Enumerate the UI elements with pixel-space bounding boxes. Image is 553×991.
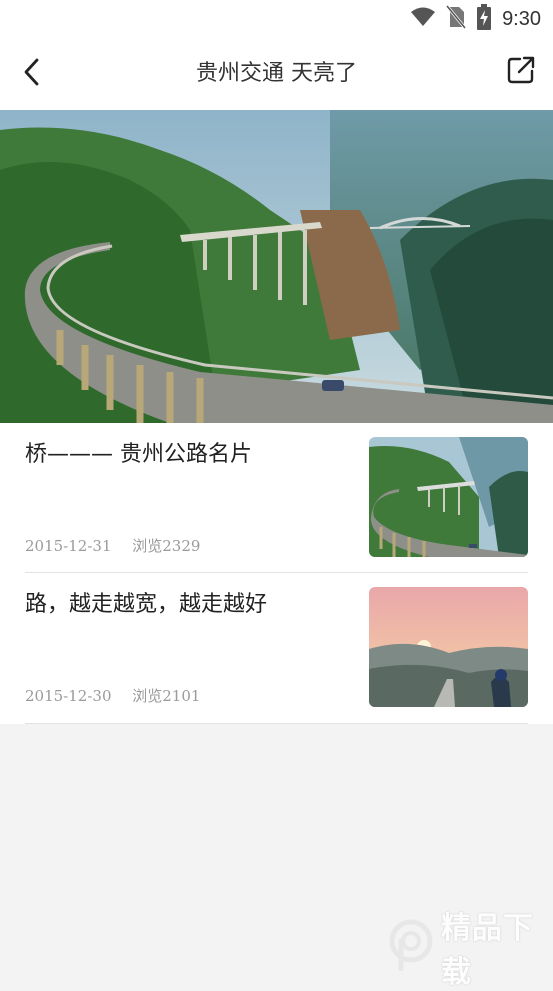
article-meta: 2015-12-30 浏览2101 <box>25 685 200 706</box>
header: 贵州交通 天亮了 <box>0 38 553 110</box>
article-title: 路，越走越宽，越走越好 <box>25 592 268 617</box>
hero-banner-image[interactable] <box>0 110 553 423</box>
back-button[interactable] <box>14 56 50 92</box>
status-time: 9:30 <box>502 7 541 30</box>
status-icons: 9:30 <box>410 4 541 34</box>
sunset-highway-thumbnail <box>369 587 528 707</box>
list-item[interactable]: 路，越走越宽，越走越好 2015-12-30 浏览2101 <box>0 573 553 723</box>
article-date: 2015-12-30 <box>25 687 112 705</box>
wifi-icon <box>410 6 436 32</box>
article-views: 浏览2101 <box>132 687 201 705</box>
article-title: 桥——— 贵州公路名片 <box>25 442 252 467</box>
divider <box>25 723 528 724</box>
no-sim-icon <box>445 5 467 33</box>
highway-bridge-thumbnail <box>369 437 528 557</box>
list-item[interactable]: 桥——— 贵州公路名片 2015-12-31 浏览2329 <box>0 423 553 573</box>
article-list: 桥——— 贵州公路名片 2015-12-31 浏览2329 路，越走越宽，越走越… <box>0 423 553 724</box>
article-meta: 2015-12-31 浏览2329 <box>25 535 200 556</box>
share-button[interactable] <box>503 54 539 90</box>
watermark-text: 精品下载 <box>441 911 534 990</box>
status-bar: 9:30 <box>0 0 553 38</box>
watermark-logo-icon <box>387 919 435 975</box>
share-external-icon <box>506 55 536 89</box>
battery-charging-icon <box>476 4 492 34</box>
chevron-left-icon <box>22 57 42 91</box>
watermark: 精品下载 <box>387 911 547 990</box>
page-title: 贵州交通 天亮了 <box>196 61 357 86</box>
article-views: 浏览2329 <box>132 537 201 555</box>
article-date: 2015-12-31 <box>25 537 112 555</box>
